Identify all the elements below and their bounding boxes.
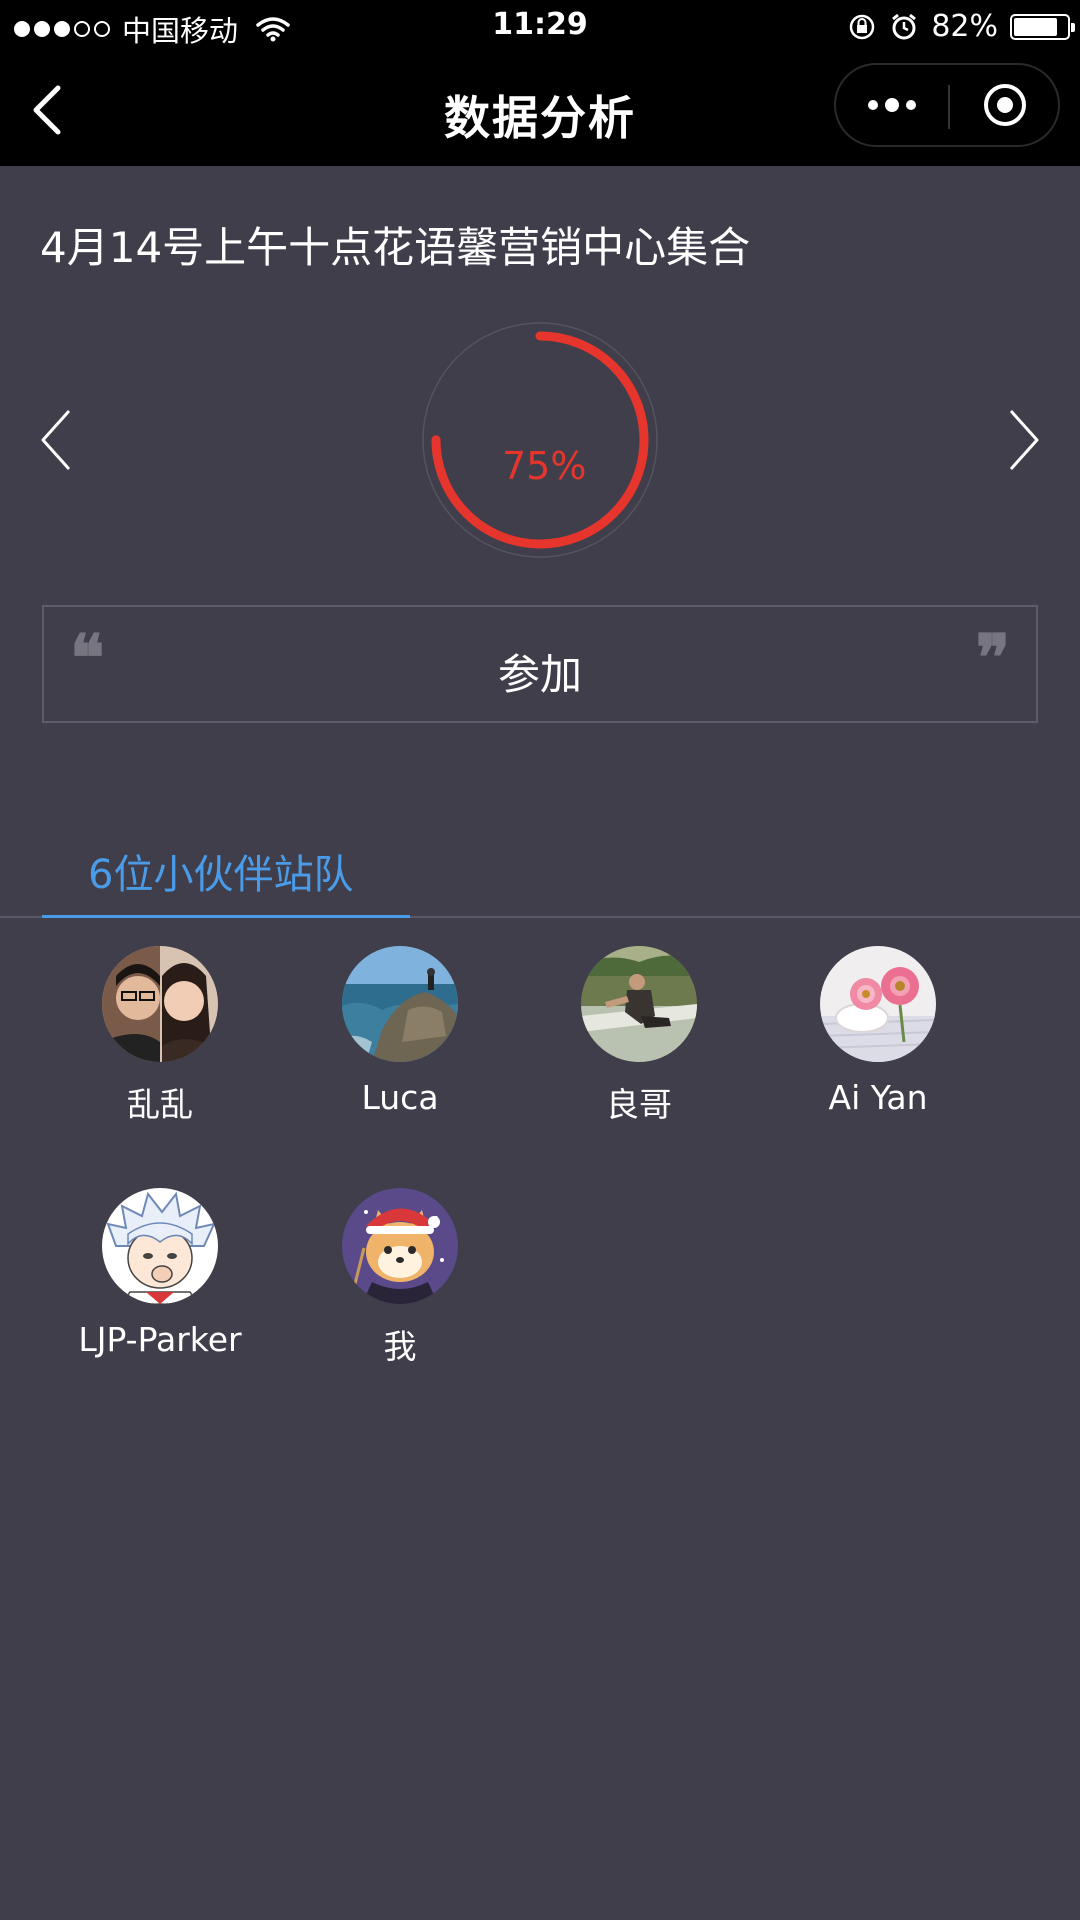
battery-fill — [1014, 17, 1057, 36]
nav-bar: 数据分析 — [0, 54, 1080, 166]
answer-box: ❝ 参加 ❞ — [42, 605, 1038, 723]
member-item[interactable]: Luca — [280, 946, 520, 1117]
avatar — [820, 946, 936, 1062]
rotation-lock-icon — [850, 14, 875, 39]
tab-supporters[interactable]: 6位小伙伴站队 — [42, 836, 410, 918]
member-name: 良哥 — [606, 1085, 672, 1124]
member-name: 乱乱 — [127, 1085, 193, 1124]
close-quote-icon: ❞ — [975, 621, 1010, 696]
member-name: 我 — [383, 1327, 417, 1366]
avatar — [102, 946, 218, 1062]
progress-arc — [431, 331, 649, 549]
member-item[interactable]: LJP-Parker — [40, 1188, 280, 1359]
member-item[interactable]: 良哥 — [519, 946, 759, 1126]
avatar — [102, 1188, 218, 1304]
target-close-icon — [984, 84, 1026, 126]
progress-label: 75% — [502, 444, 587, 488]
member-name: LJP-Parker — [78, 1320, 242, 1359]
more-dots-icon — [906, 100, 916, 110]
status-bar: 中国移动 11:29 82% — [0, 0, 1080, 54]
next-button[interactable] — [998, 400, 1048, 480]
chevron-right-icon — [1009, 409, 1039, 471]
member-item[interactable]: 乱乱 — [40, 946, 280, 1126]
member-name: Luca — [361, 1078, 439, 1117]
member-name: Ai Yan — [828, 1078, 928, 1117]
tab-bar: 6位小伙伴站队 — [0, 836, 1080, 918]
member-item[interactable]: Ai Yan — [758, 946, 998, 1117]
answer-text: 参加 — [497, 650, 582, 699]
progress-ring: 75% — [420, 320, 660, 560]
status-right: 82% — [847, 9, 1075, 44]
close-button[interactable] — [950, 65, 1060, 145]
battery-percent: 82% — [931, 9, 998, 44]
mini-program-capsule — [834, 63, 1060, 147]
avatar — [342, 1188, 458, 1304]
event-title: 4月14号上午十点花语馨营销中心集合 — [40, 223, 751, 272]
chevron-left-icon — [41, 409, 71, 471]
member-item[interactable]: 我 — [280, 1188, 520, 1368]
battery-icon — [1010, 13, 1075, 40]
more-button[interactable] — [836, 65, 948, 145]
alarm-icon — [892, 13, 917, 39]
more-dots-icon — [885, 98, 899, 112]
prev-button[interactable] — [32, 400, 82, 480]
avatar — [342, 946, 458, 1062]
avatar — [581, 946, 697, 1062]
progress-ring-graphic — [422, 322, 658, 558]
more-dots-icon — [868, 100, 878, 110]
progress-ring-outline — [422, 322, 658, 558]
tab-label: 6位小伙伴站队 — [88, 852, 354, 898]
